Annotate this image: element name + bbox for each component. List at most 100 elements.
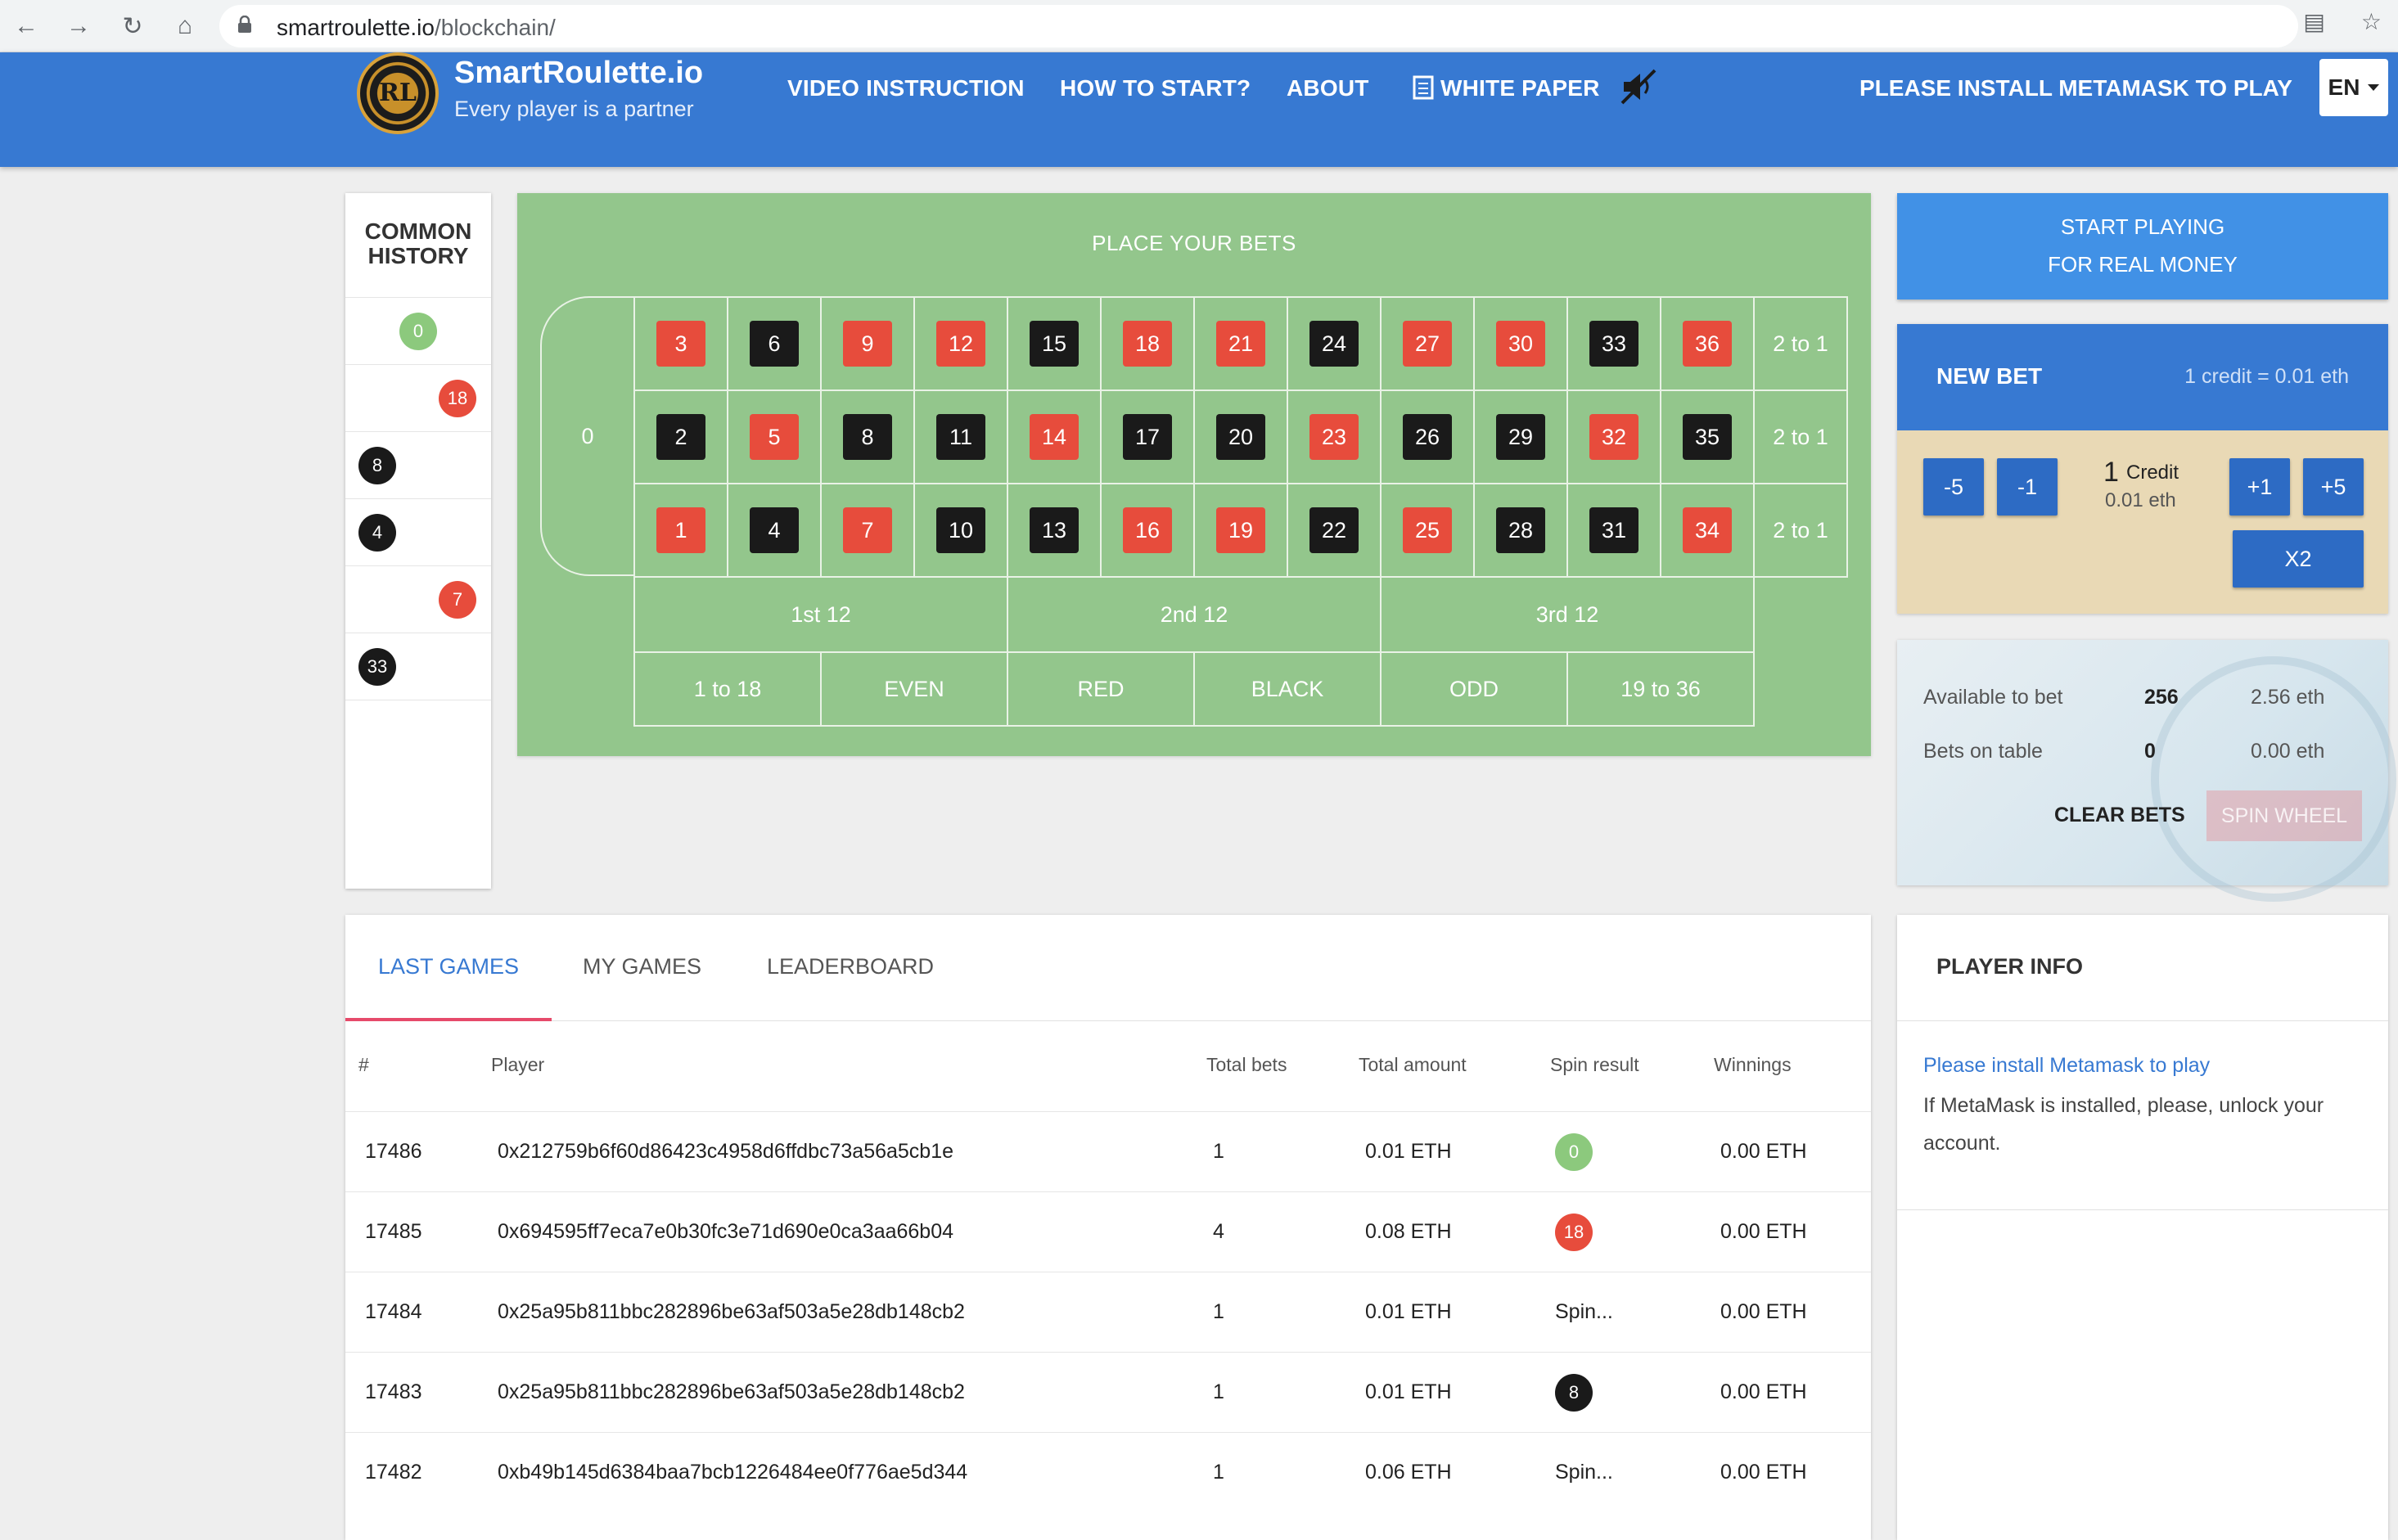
bet-cell-outside[interactable]: ODD xyxy=(1380,651,1568,727)
bet-cell-number[interactable]: 34 xyxy=(1660,483,1755,578)
bet-cell-number[interactable]: 7 xyxy=(820,483,915,578)
bet-cell-number[interactable]: 21 xyxy=(1193,296,1288,391)
minus-5-button[interactable]: -5 xyxy=(1923,458,1984,516)
minus-1-button[interactable]: -1 xyxy=(1997,458,2058,516)
bet-cell-number[interactable]: 8 xyxy=(820,390,915,484)
double-bet-button[interactable]: X2 xyxy=(2233,530,2364,588)
total-amount: 0.01 ETH xyxy=(1365,1300,1452,1323)
bet-cell-number[interactable]: 3 xyxy=(633,296,728,391)
number-label: 32 xyxy=(1589,414,1638,460)
tab-last-games[interactable]: LAST GAMES xyxy=(378,954,519,979)
plus-1-button[interactable]: +1 xyxy=(2229,458,2290,516)
bet-cell-dozen[interactable]: 3rd 12 xyxy=(1380,576,1755,653)
bet-cell-number[interactable]: 10 xyxy=(913,483,1008,578)
bet-cell-number[interactable]: 22 xyxy=(1287,483,1382,578)
nav-how-to-start[interactable]: HOW TO START? xyxy=(1060,75,1251,101)
bet-cell-number[interactable]: 31 xyxy=(1566,483,1661,578)
result-chip: 33 xyxy=(358,648,396,686)
star-icon[interactable]: ☆ xyxy=(2361,8,2382,35)
bet-cell-number[interactable]: 24 xyxy=(1287,296,1382,391)
nav-video-instruction[interactable]: VIDEO INSTRUCTION xyxy=(787,75,1025,101)
bet-cell-number[interactable]: 27 xyxy=(1380,296,1475,391)
install-metamask-link[interactable]: PLEASE INSTALL METAMASK TO PLAY xyxy=(1859,75,2292,101)
nav-white-paper[interactable]: WHITE PAPER xyxy=(1440,75,1600,101)
player-info-title: PLAYER INFO xyxy=(1897,915,2388,1021)
unlock-message: If MetaMask is installed, please, unlock… xyxy=(1923,1094,2324,1155)
back-icon[interactable]: ← xyxy=(8,8,44,44)
bet-cell-column[interactable]: 2 to 1 xyxy=(1753,390,1848,484)
bet-cell-outside[interactable]: 19 to 36 xyxy=(1566,651,1755,727)
number-label: 8 xyxy=(843,414,892,460)
bet-cell-number[interactable]: 32 xyxy=(1566,390,1661,484)
bet-cell-dozen[interactable]: 1st 12 xyxy=(633,576,1008,653)
forward-icon[interactable]: → xyxy=(61,8,97,44)
logo[interactable]: RL xyxy=(357,52,439,134)
number-label: 10 xyxy=(936,507,985,553)
table-row[interactable]: 17486 0x212759b6f60d86423c4958d6ffdbc73a5… xyxy=(345,1111,1871,1191)
bet-cell-dozen[interactable]: 2nd 12 xyxy=(1007,576,1382,653)
tab-my-games[interactable]: MY GAMES xyxy=(583,954,701,979)
bet-cell-number[interactable]: 13 xyxy=(1007,483,1102,578)
table-row[interactable]: 17484 0x25a95b811bbc282896be63af503a5e28d… xyxy=(345,1272,1871,1352)
bet-cell-number[interactable]: 5 xyxy=(727,390,822,484)
address-bar[interactable]: smartroulette.io/blockchain/ xyxy=(219,5,2298,47)
bet-cell-number[interactable]: 16 xyxy=(1100,483,1195,578)
tab-leaderboard[interactable]: LEADERBOARD xyxy=(767,954,934,979)
bet-cell-number[interactable]: 4 xyxy=(727,483,822,578)
table-row[interactable]: 17483 0x25a95b811bbc282896be63af503a5e28d… xyxy=(345,1352,1871,1432)
cast-icon[interactable]: ▤ xyxy=(2303,8,2324,35)
bet-cell-number[interactable]: 30 xyxy=(1473,296,1568,391)
install-metamask-link[interactable]: Please install Metamask to play xyxy=(1923,1054,2210,1078)
bet-cell-outside[interactable]: EVEN xyxy=(820,651,1008,727)
player-address: 0xb49b145d6384baa7bcb1226484ee0f776ae5d3… xyxy=(498,1461,968,1484)
bet-cell-outside[interactable]: 1 to 18 xyxy=(633,651,822,727)
bet-cell-number[interactable]: 33 xyxy=(1566,296,1661,391)
bet-cell-number[interactable]: 26 xyxy=(1380,390,1475,484)
col-header-winnings: Winnings xyxy=(1714,1054,1792,1075)
bet-cell-column[interactable]: 2 to 1 xyxy=(1753,296,1848,391)
bet-cell-number[interactable]: 25 xyxy=(1380,483,1475,578)
bet-cell-number[interactable]: 11 xyxy=(913,390,1008,484)
bet-cell-number[interactable]: 36 xyxy=(1660,296,1755,391)
bet-cell-number[interactable]: 20 xyxy=(1193,390,1288,484)
bet-cell-number[interactable]: 15 xyxy=(1007,296,1102,391)
spin-result: Spin... xyxy=(1555,1300,1613,1323)
bet-cell-number[interactable]: 6 xyxy=(727,296,822,391)
bet-cell-number[interactable]: 35 xyxy=(1660,390,1755,484)
number-label: 1 xyxy=(656,507,705,553)
bet-cell-number[interactable]: 1 xyxy=(633,483,728,578)
clear-bets-button[interactable]: CLEAR BETS xyxy=(2054,804,2185,827)
bet-cell-outside[interactable]: RED xyxy=(1007,651,1195,727)
reload-icon[interactable]: ↻ xyxy=(115,8,151,44)
bet-cell-number[interactable]: 29 xyxy=(1473,390,1568,484)
home-icon[interactable]: ⌂ xyxy=(167,8,203,44)
table-row[interactable]: 17485 0x694595ff7eca7e0b30fc3e71d690e0ca3… xyxy=(345,1191,1871,1272)
plus-5-button[interactable]: +5 xyxy=(2303,458,2364,516)
number-label: 12 xyxy=(936,321,985,367)
bet-cell-number[interactable]: 9 xyxy=(820,296,915,391)
number-label: 14 xyxy=(1030,414,1079,460)
browser-toolbar: ← → ↻ ⌂ smartroulette.io/blockchain/ ▤ ☆ xyxy=(0,0,2398,52)
bet-cell-number[interactable]: 23 xyxy=(1287,390,1382,484)
sound-muted-icon[interactable] xyxy=(1619,67,1658,106)
bet-cell-number[interactable]: 17 xyxy=(1100,390,1195,484)
spin-wheel-button[interactable]: SPIN WHEEL xyxy=(2206,790,2362,841)
bet-cell-number[interactable]: 14 xyxy=(1007,390,1102,484)
bet-cell-column[interactable]: 2 to 1 xyxy=(1753,483,1848,578)
bet-cell-number[interactable]: 19 xyxy=(1193,483,1288,578)
bet-status-panel: Available to bet 256 2.56 eth Bets on ta… xyxy=(1897,640,2396,902)
table-row[interactable]: 17482 0xb49b145d6384baa7bcb1226484ee0f776… xyxy=(345,1432,1871,1512)
winnings: 0.00 ETH xyxy=(1720,1461,1807,1484)
bet-cell-number[interactable]: 28 xyxy=(1473,483,1568,578)
bet-cell-number[interactable]: 2 xyxy=(633,390,728,484)
language-select[interactable]: EN xyxy=(2319,59,2388,116)
start-real-money-button[interactable]: START PLAYING FOR REAL MONEY xyxy=(1897,193,2388,299)
bet-cell-number[interactable]: 18 xyxy=(1100,296,1195,391)
brand-tagline: Every player is a partner xyxy=(454,97,694,121)
nav-about[interactable]: ABOUT xyxy=(1287,75,1369,101)
game-id: 17485 xyxy=(365,1220,422,1243)
bet-cell-number[interactable]: 12 xyxy=(913,296,1008,391)
bet-cell-zero[interactable]: 0 xyxy=(540,296,633,576)
bet-cell-outside[interactable]: BLACK xyxy=(1193,651,1382,727)
brand-name[interactable]: SmartRoulette.io xyxy=(454,56,703,91)
